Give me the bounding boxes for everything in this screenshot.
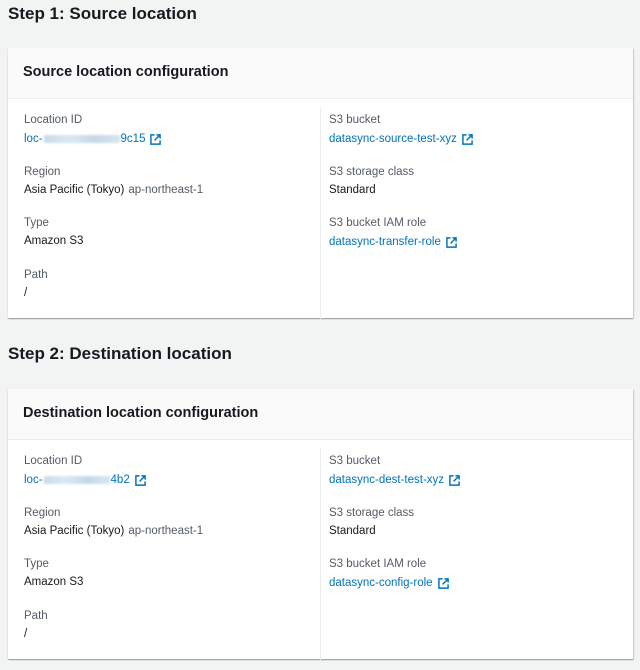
field-label: Location ID (24, 114, 83, 126)
field-label: Type (24, 217, 49, 229)
field-label: S3 bucket (329, 114, 381, 126)
field-value: Asia Pacific (Tokyo) ap-northeast-1 (24, 522, 305, 540)
field-value: Standard (329, 181, 617, 199)
field-s3-storage-class: S3 storage class Standard (329, 163, 617, 215)
field-value: Amazon S3 (24, 573, 305, 591)
field-label: Path (24, 609, 48, 622)
field-value: Standard (329, 522, 617, 540)
redacted-id (43, 476, 110, 484)
s3-bucket-iam-role-link[interactable]: datasync-config-role (329, 574, 449, 592)
step-heading: Step 1: Source location (8, 4, 197, 23)
field-region: Region Asia Pacific (Tokyo) ap-northeast-1 (24, 504, 305, 556)
field-location-id: Location ID loc- 4b2 (24, 452, 305, 504)
s3-bucket-iam-role-link[interactable]: datasync-transfer-role (329, 233, 457, 251)
field-location-id: Location ID loc- 9c15 (24, 111, 305, 163)
field-path: Path / (24, 607, 305, 659)
value-text: Asia Pacific (Tokyo) (24, 183, 125, 196)
card-title: Source location configuration (8, 48, 633, 99)
field-value: / (24, 625, 305, 643)
field-s3-bucket: S3 bucket datasync-source-test-xyz (329, 111, 617, 163)
value-text: / (24, 627, 28, 640)
external-link-icon (462, 133, 473, 145)
link-text: datasync-config-role (329, 577, 433, 589)
field-type: Type Amazon S3 (24, 555, 305, 607)
link-text: datasync-dest-test-xyz (329, 474, 445, 486)
external-link-icon (150, 133, 162, 145)
left-column: Location ID loc- 4b2 Region Asia Pacific (To… (8, 440, 320, 670)
value-text: Standard (329, 183, 376, 196)
field-s3-bucket-iam-role: S3 bucket IAM role datasync-config-role (329, 555, 617, 607)
id-suffix: 4b2 (110, 474, 130, 486)
link-text: datasync-source-test-xyz (329, 133, 457, 145)
id-prefix: loc- (24, 474, 43, 486)
region-code: ap-northeast-1 (128, 183, 204, 196)
external-link-icon (437, 577, 449, 589)
field-label: Type (24, 558, 49, 570)
left-column: Location ID loc- 9c15 Region Asia Pacific (T… (8, 99, 320, 329)
field-value: Asia Pacific (Tokyo) ap-northeast-1 (24, 181, 305, 199)
field-label: S3 storage class (329, 165, 415, 178)
id-suffix: 9c15 (120, 133, 146, 145)
step-heading: Step 2: Destination location (8, 344, 232, 363)
link-text: datasync-transfer-role (329, 236, 441, 248)
value-text: Amazon S3 (24, 235, 84, 247)
field-label: S3 storage class (329, 506, 415, 519)
field-s3-bucket-iam-role: S3 bucket IAM role datasync-transfer-role (329, 214, 617, 266)
location-id-link[interactable]: loc- 4b2 (24, 471, 146, 489)
s3-bucket-link[interactable]: datasync-source-test-xyz (329, 130, 473, 148)
external-link-icon (446, 236, 457, 248)
redacted-id (43, 135, 120, 143)
field-label: S3 bucket (329, 455, 381, 467)
external-link-icon (449, 474, 460, 486)
field-label: Region (24, 506, 61, 519)
field-path: Path / (24, 266, 305, 318)
field-value: Amazon S3 (24, 232, 305, 250)
field-type: Type Amazon S3 (24, 214, 305, 266)
right-column: S3 bucket datasync-source-test-xyz S3 stor… (320, 107, 632, 319)
field-label: Path (24, 268, 48, 281)
value-text: / (24, 286, 28, 299)
s3-bucket-link[interactable]: datasync-dest-test-xyz (329, 471, 460, 489)
card-title: Destination location configuration (8, 389, 633, 440)
id-prefix: loc- (24, 133, 43, 145)
field-value: / (24, 284, 305, 302)
location-id-link[interactable]: loc- 9c15 (24, 130, 162, 148)
value-text: Asia Pacific (Tokyo) (24, 524, 125, 537)
field-label: S3 bucket IAM role (329, 217, 427, 229)
location-config-card: Source location configuration Location ID… (8, 48, 633, 319)
field-label: Region (24, 165, 61, 178)
value-text: Amazon S3 (24, 576, 84, 588)
field-s3-storage-class: S3 storage class Standard (329, 504, 617, 556)
location-config-card: Destination location configuration Locati… (8, 389, 633, 660)
region-code: ap-northeast-1 (128, 524, 204, 537)
field-label: S3 bucket IAM role (329, 558, 427, 570)
external-link-icon (134, 474, 146, 486)
field-s3-bucket: S3 bucket datasync-dest-test-xyz (329, 452, 617, 504)
value-text: Standard (329, 524, 376, 537)
right-column: S3 bucket datasync-dest-test-xyz S3 storag… (320, 448, 632, 660)
field-label: Location ID (24, 455, 83, 467)
field-region: Region Asia Pacific (Tokyo) ap-northeast-1 (24, 163, 305, 215)
